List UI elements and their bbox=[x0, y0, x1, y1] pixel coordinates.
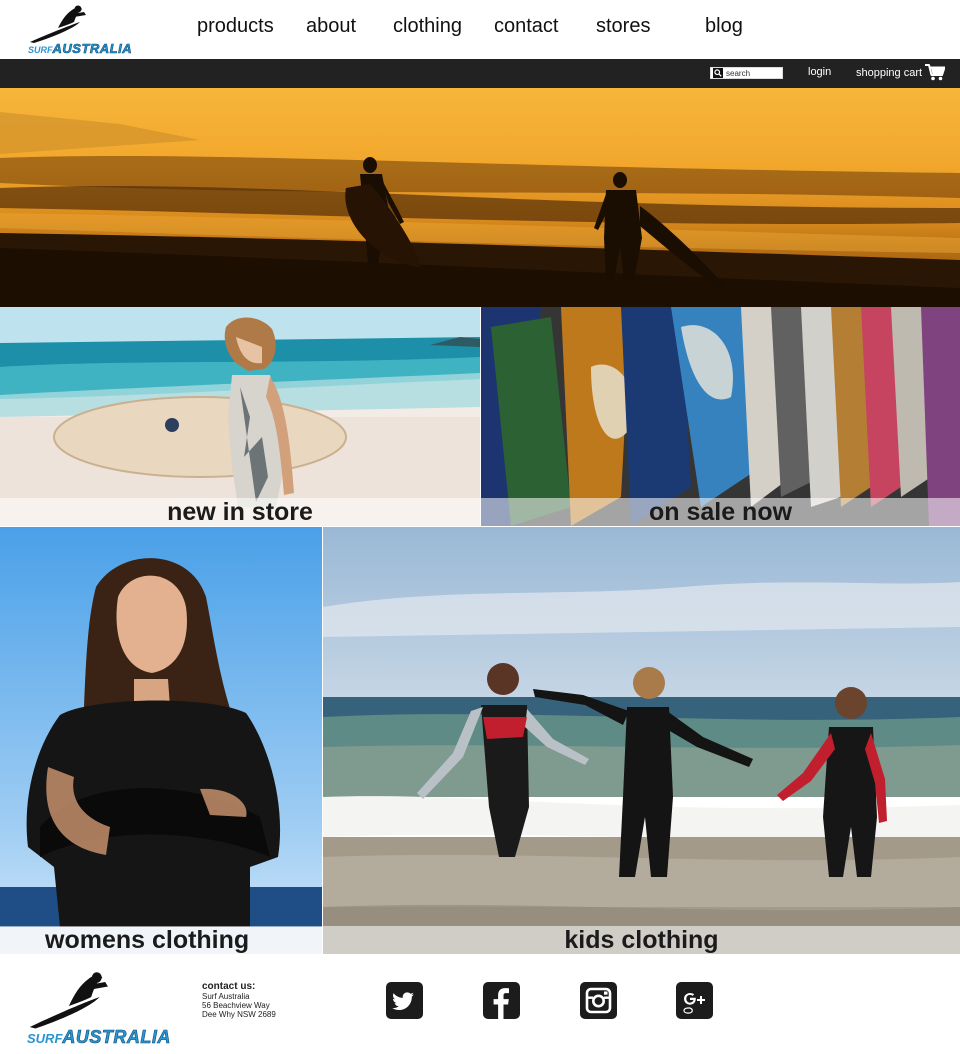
search-input[interactable] bbox=[723, 68, 781, 78]
cart-icon bbox=[925, 64, 946, 81]
new-in-store-caption: new in store bbox=[0, 498, 480, 526]
twitter-link[interactable] bbox=[386, 982, 423, 1019]
address-line: Surf Australia bbox=[202, 992, 250, 1001]
footer-logo-word-australia: AUSTRALIA bbox=[62, 1027, 171, 1048]
kids-clothing-caption: kids clothing bbox=[323, 926, 960, 954]
surfer-girl-image bbox=[0, 307, 480, 526]
womens-clothing-caption: womens clothing bbox=[0, 926, 322, 954]
new-in-store-tile[interactable]: new in store bbox=[0, 307, 480, 526]
shirts-rack-image bbox=[481, 307, 960, 526]
nav-stores[interactable]: stores bbox=[596, 15, 650, 38]
on-sale-now-caption: on sale now bbox=[481, 498, 960, 526]
site-header: SURFAUSTRALIA products about clothing co… bbox=[0, 0, 960, 59]
login-link[interactable]: login bbox=[808, 66, 831, 78]
instagram-icon bbox=[585, 987, 612, 1014]
search-icon bbox=[713, 68, 723, 78]
hero-surfers-image bbox=[0, 88, 960, 307]
search-box[interactable] bbox=[710, 67, 783, 79]
logo-word-australia: AUSTRALIA bbox=[52, 41, 133, 57]
nav-contact[interactable]: contact bbox=[494, 15, 558, 38]
kids-wetsuits-image bbox=[323, 527, 960, 954]
shopping-cart-label: shopping cart bbox=[856, 66, 923, 79]
on-sale-now-tile[interactable]: on sale now bbox=[481, 307, 960, 526]
nav-about[interactable]: about bbox=[306, 15, 356, 38]
footer-logo-wordmark: SURFAUSTRALIA bbox=[27, 1027, 171, 1048]
site-footer: SURFAUSTRALIA contact us: Surf Australia… bbox=[0, 954, 960, 1054]
twitter-icon bbox=[392, 992, 414, 1010]
google-plus-icon bbox=[683, 993, 705, 1014]
footer-logo[interactable]: SURFAUSTRALIA bbox=[27, 970, 171, 1048]
nav-blog[interactable]: blog bbox=[705, 15, 743, 38]
hero-banner[interactable] bbox=[0, 88, 960, 307]
shopping-cart-link[interactable]: shopping cart bbox=[856, 64, 946, 81]
instagram-link[interactable] bbox=[580, 982, 617, 1019]
main-nav: products about clothing contact stores b… bbox=[0, 15, 960, 43]
woman-wetsuit-image bbox=[0, 527, 322, 954]
womens-clothing-tile[interactable]: womens clothing bbox=[0, 527, 322, 954]
google-plus-link[interactable] bbox=[676, 982, 713, 1019]
facebook-link[interactable] bbox=[483, 982, 520, 1019]
logo-word-surf: SURF bbox=[28, 45, 53, 55]
nav-clothing[interactable]: clothing bbox=[393, 15, 462, 38]
surfer-logo-icon bbox=[29, 972, 108, 1029]
nav-products[interactable]: products bbox=[197, 15, 274, 38]
kids-clothing-tile[interactable]: kids clothing bbox=[323, 527, 960, 954]
address-line: Dee Why NSW 2689 bbox=[202, 1010, 276, 1019]
utility-bar: login shopping cart bbox=[0, 59, 960, 88]
facebook-icon bbox=[493, 988, 509, 1019]
address-line: 56 Beachview Way bbox=[202, 1001, 270, 1010]
footer-logo-word-surf: SURF bbox=[27, 1031, 63, 1046]
contact-block: contact us: Surf Australia 56 Beachview … bbox=[202, 981, 276, 1019]
contact-title: contact us: bbox=[202, 981, 256, 992]
